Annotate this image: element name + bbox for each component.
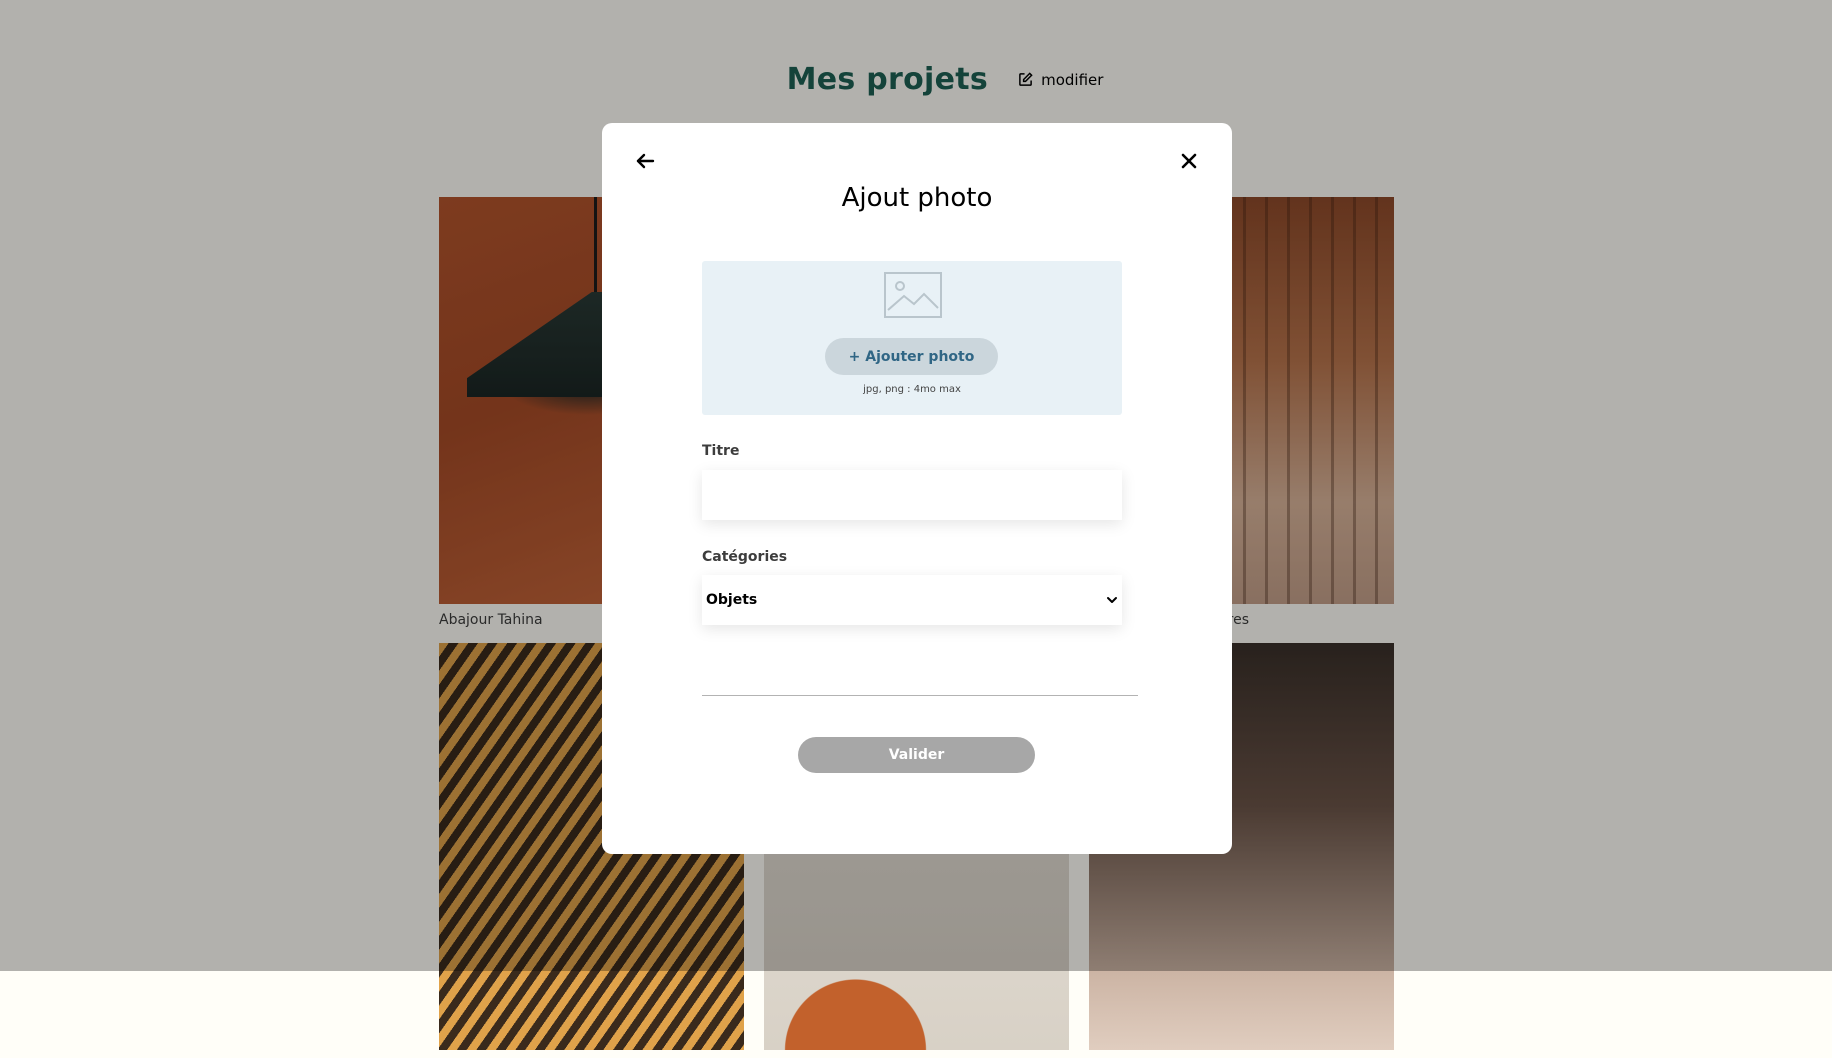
category-label: Catégories — [702, 549, 788, 565]
image-placeholder-icon — [884, 272, 942, 318]
upload-hint: jpg, png : 4mo max — [863, 384, 961, 395]
form-divider — [702, 695, 1138, 696]
chevron-down-icon — [1107, 597, 1117, 603]
modal-title: Ajout photo — [841, 183, 993, 213]
close-icon — [1181, 153, 1197, 169]
title-input[interactable] — [702, 470, 1122, 520]
back-button[interactable] — [632, 148, 658, 174]
category-select[interactable]: Objets — [702, 575, 1122, 625]
title-label: Titre — [702, 443, 740, 459]
submit-button[interactable]: Valider — [798, 737, 1035, 773]
add-photo-modal: Ajout photo + Ajouter photo jpg, png : 4… — [602, 123, 1232, 854]
photo-upload-zone[interactable]: + Ajouter photo jpg, png : 4mo max — [702, 261, 1122, 415]
add-photo-button[interactable]: + Ajouter photo — [825, 338, 998, 375]
category-selected-value: Objets — [706, 592, 758, 608]
arrow-left-icon — [636, 153, 655, 169]
close-button[interactable] — [1176, 148, 1202, 174]
